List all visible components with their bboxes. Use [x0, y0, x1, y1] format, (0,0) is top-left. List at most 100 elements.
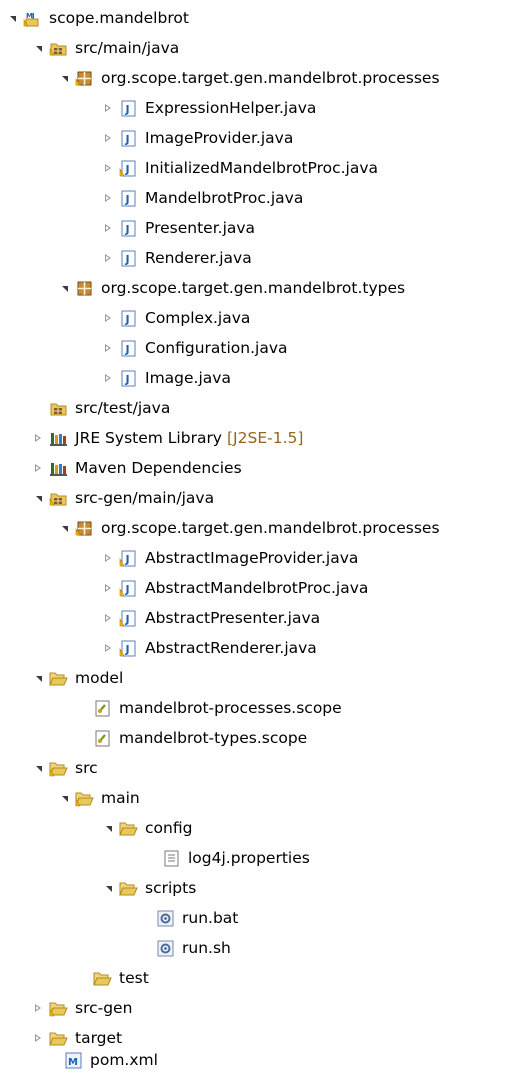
collapsed-arrow-icon[interactable] — [102, 552, 114, 564]
expand-arrow-icon[interactable] — [58, 282, 70, 294]
collapsed-arrow-icon[interactable] — [32, 462, 44, 474]
expand-arrow-icon[interactable] — [32, 492, 44, 504]
tree-item-java-file[interactable]: J ExpressionHelper.java — [102, 96, 509, 120]
expand-arrow-icon[interactable] — [6, 12, 18, 24]
java-file-icon: J — [119, 369, 138, 388]
collapsed-arrow-icon[interactable] — [102, 342, 114, 354]
tree-item-java-file[interactable]: J ImageProvider.java — [102, 126, 509, 150]
tree-item-scope-file[interactable]: mandelbrot-types.scope — [93, 726, 509, 750]
tree-item-folder-main[interactable]: main — [58, 786, 509, 810]
folder-label: target — [75, 1029, 123, 1047]
tree-item-script-file[interactable]: run.bat — [156, 906, 509, 930]
collapsed-arrow-icon[interactable] — [102, 132, 114, 144]
file-label: Renderer.java — [145, 249, 252, 267]
collapsed-arrow-icon[interactable] — [32, 432, 44, 444]
java-file-icon: J — [119, 339, 138, 358]
tree-item-src-main-java[interactable]: src/main/java — [32, 36, 509, 60]
folder-open-icon — [49, 1029, 68, 1048]
tree-item-maven-dependencies[interactable]: Maven Dependencies — [32, 456, 509, 480]
tree-item-folder-src-gen[interactable]: src-gen — [32, 996, 509, 1020]
tree-item-folder-target[interactable]: target — [32, 1026, 509, 1050]
collapsed-arrow-icon[interactable] — [102, 642, 114, 654]
file-label: Complex.java — [145, 309, 251, 327]
tree-item-folder-scripts[interactable]: scripts — [102, 876, 509, 900]
tree-item-project[interactable]: MJ scope.mandelbrot — [6, 6, 509, 30]
expand-arrow-icon[interactable] — [58, 792, 70, 804]
expand-arrow-icon[interactable] — [58, 72, 70, 84]
file-label: AbstractPresenter.java — [145, 609, 321, 627]
file-label: MandelbrotProc.java — [145, 189, 304, 207]
expand-arrow-icon[interactable] — [58, 522, 70, 534]
tree-item-package-types[interactable]: org.scope.target.gen.mandelbrot.types — [58, 276, 509, 300]
tree-item-java-file[interactable]: J Complex.java — [102, 306, 509, 330]
collapsed-arrow-icon[interactable] — [102, 192, 114, 204]
expand-arrow-icon[interactable] — [32, 762, 44, 774]
tree-item-java-file[interactable]: J Image.java — [102, 366, 509, 390]
tree-item-package-processes[interactable]: org.scope.target.gen.mandelbrot.processe… — [58, 66, 509, 90]
folder-open-icon — [119, 819, 138, 838]
tree-item-folder-src[interactable]: src — [32, 756, 509, 780]
file-label: Image.java — [145, 369, 231, 387]
file-label: mandelbrot-processes.scope — [119, 699, 342, 717]
collapsed-arrow-icon[interactable] — [102, 222, 114, 234]
collapsed-arrow-icon[interactable] — [102, 252, 114, 264]
source-folder-icon — [49, 399, 68, 418]
scope-file-icon — [93, 729, 112, 748]
expand-arrow-icon[interactable] — [32, 42, 44, 54]
tree-item-java-file[interactable]: J AbstractMandelbrotProc.java — [102, 576, 509, 600]
folder-warning-icon — [49, 999, 68, 1018]
folder-label: test — [119, 969, 149, 987]
file-label: run.bat — [182, 909, 239, 927]
tree-item-pom-file[interactable]: M pom.xml — [64, 1048, 509, 1072]
folder-open-warning-icon — [49, 759, 68, 778]
tree-item-java-file[interactable]: J Renderer.java — [102, 246, 509, 270]
text-file-icon — [162, 849, 181, 868]
collapsed-arrow-icon[interactable] — [102, 612, 114, 624]
library-label: JRE System Library — [75, 429, 222, 447]
tree-item-java-file[interactable]: J MandelbrotProc.java — [102, 186, 509, 210]
tree-item-folder-test[interactable]: test — [93, 966, 509, 990]
tree-item-java-file[interactable]: J AbstractImageProvider.java — [102, 546, 509, 570]
tree-item-src-test-java[interactable]: src/test/java — [49, 396, 509, 420]
tree-item-package-processes[interactable]: org.scope.target.gen.mandelbrot.processe… — [58, 516, 509, 540]
tree-item-java-file[interactable]: J AbstractPresenter.java — [102, 606, 509, 630]
svg-text:J: J — [125, 103, 130, 116]
tree-item-java-file[interactable]: J Presenter.java — [102, 216, 509, 240]
tree-item-java-file[interactable]: J AbstractRenderer.java — [102, 636, 509, 660]
tree-item-folder-config[interactable]: config — [102, 816, 509, 840]
expand-arrow-icon[interactable] — [102, 822, 114, 834]
collapsed-arrow-icon[interactable] — [32, 1002, 44, 1014]
tree-item-folder-model[interactable]: model — [32, 666, 509, 690]
collapsed-arrow-icon[interactable] — [102, 102, 114, 114]
folder-open-warning-icon — [75, 789, 94, 808]
svg-text:J: J — [125, 253, 130, 266]
svg-text:J: J — [125, 583, 130, 596]
tree-item-script-file[interactable]: run.sh — [156, 936, 509, 960]
folder-open-icon — [119, 879, 138, 898]
tree-item-src-gen-main-java[interactable]: src-gen/main/java — [32, 486, 509, 510]
maven-pom-icon: M — [64, 1051, 83, 1070]
folder-open-icon — [49, 669, 68, 688]
tree-item-properties-file[interactable]: log4j.properties — [162, 846, 509, 870]
expand-arrow-icon[interactable] — [32, 672, 44, 684]
svg-text:J: J — [125, 193, 130, 206]
tree-item-jre-library[interactable]: JRE System Library [J2SE-1.5] — [32, 426, 509, 450]
library-label: Maven Dependencies — [75, 459, 242, 477]
collapsed-arrow-icon[interactable] — [102, 372, 114, 384]
collapsed-arrow-icon[interactable] — [102, 162, 114, 174]
tree-item-java-file[interactable]: J InitializedMandelbrotProc.java — [102, 156, 509, 180]
tree-item-scope-file[interactable]: mandelbrot-processes.scope — [93, 696, 509, 720]
expand-arrow-icon[interactable] — [102, 882, 114, 894]
script-file-icon — [156, 939, 175, 958]
collapsed-arrow-icon[interactable] — [102, 312, 114, 324]
java-file-icon: J — [119, 219, 138, 238]
collapsed-arrow-icon[interactable] — [102, 582, 114, 594]
java-file-icon: J — [119, 309, 138, 328]
file-label: ImageProvider.java — [145, 129, 294, 147]
file-label: AbstractMandelbrotProc.java — [145, 579, 369, 597]
tree-item-java-file[interactable]: J Configuration.java — [102, 336, 509, 360]
svg-text:M: M — [68, 1057, 78, 1068]
collapsed-arrow-icon[interactable] — [32, 1032, 44, 1044]
file-label: Presenter.java — [145, 219, 256, 237]
package-icon — [75, 519, 94, 538]
